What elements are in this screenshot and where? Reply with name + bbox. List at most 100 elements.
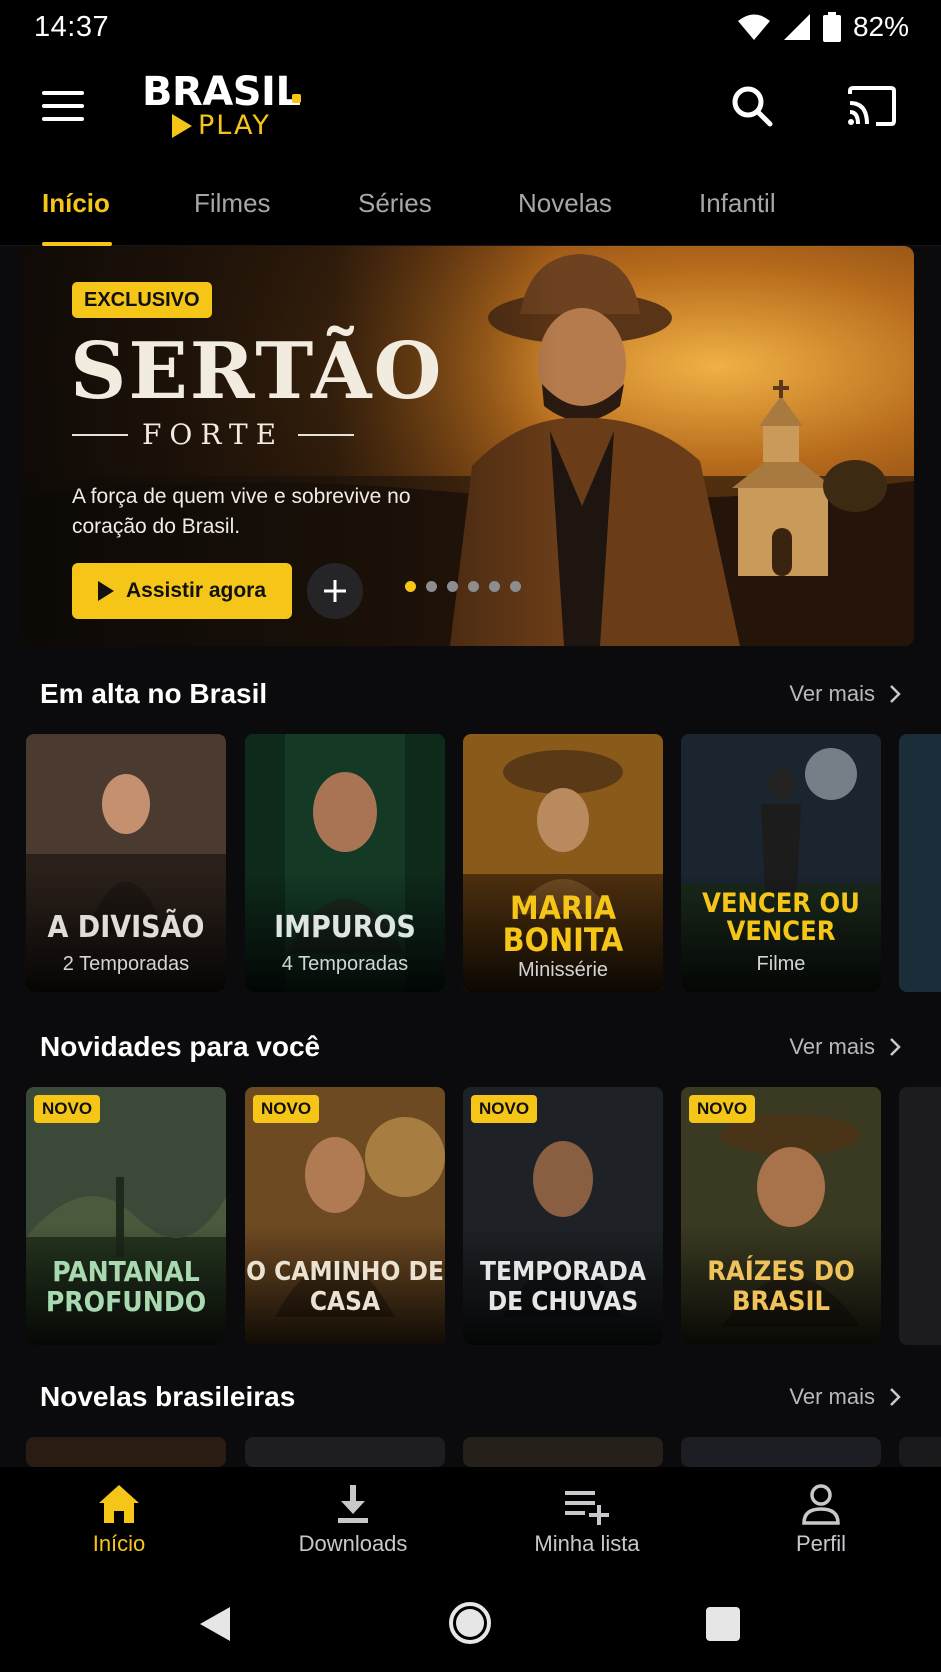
system-navigation-bar: [0, 1577, 941, 1672]
title-card-peek[interactable]: [899, 1437, 941, 1467]
see-more-label: Ver mais: [789, 681, 875, 706]
tab-novelas[interactable]: Novelas: [518, 188, 612, 219]
carousel-dot[interactable]: [489, 581, 500, 592]
carousel-dot[interactable]: [447, 581, 458, 592]
title-card[interactable]: IMPUROS 4 Temporadas: [245, 734, 445, 992]
status-icons: 82%: [737, 11, 909, 43]
novelas-row: [26, 1437, 941, 1467]
novelas-section-header: Novelas brasileiras Ver mais: [40, 1381, 901, 1413]
title-card[interactable]: [681, 1437, 881, 1467]
chevron-right-icon: [890, 685, 901, 703]
tab-infantil[interactable]: Infantil: [699, 188, 776, 219]
trending-row: A DIVISÃO 2 Temporadas IMPUROS 4 Tempora…: [26, 734, 941, 992]
tab-inicio[interactable]: Início: [42, 188, 110, 219]
tab-filmes[interactable]: Filmes: [194, 188, 271, 219]
exclusive-badge: EXCLUSIVO: [72, 282, 212, 318]
decorative-line: [72, 433, 128, 436]
see-more-link[interactable]: Ver mais: [789, 1034, 901, 1060]
hero-description: A força de quem vive e sobrevive no cora…: [72, 485, 411, 538]
hero-banner[interactable]: EXCLUSIVO SERTÃO FORTE A força de quem v…: [20, 246, 914, 646]
card-title: PANTANAL PROFUNDO: [45, 1255, 207, 1318]
logo-play-icon: [172, 113, 192, 138]
watch-now-label: Assistir agora: [125, 579, 267, 602]
card-title: O CAMINHO DE CASA: [246, 1257, 444, 1317]
section-title: Novidades para você: [40, 1031, 321, 1062]
tab-series[interactable]: Séries: [358, 188, 432, 219]
title-card-peek[interactable]: [899, 734, 941, 992]
status-bar: 14:37 82%: [0, 0, 941, 54]
see-more-label: Ver mais: [789, 1384, 875, 1409]
nav-label: Perfil: [795, 1531, 847, 1556]
category-tabs: Início Filmes Séries Novelas Infantil: [0, 160, 941, 246]
add-to-list-button[interactable]: [307, 563, 363, 619]
title-card[interactable]: [245, 1437, 445, 1467]
chevron-right-icon: [890, 1038, 901, 1056]
status-time: 14:37: [34, 10, 110, 43]
menu-icon[interactable]: [42, 88, 86, 124]
card-subtitle: Filme: [756, 953, 806, 975]
carousel-dot[interactable]: [426, 581, 437, 592]
carousel-dot[interactable]: [468, 581, 479, 592]
poster-artwork: [899, 734, 941, 992]
download-icon: [338, 1485, 368, 1523]
nav-perfil[interactable]: Perfil: [721, 1483, 921, 1557]
title-card[interactable]: NOVO PANTANAL PROFUNDO: [26, 1087, 226, 1345]
carousel-indicator: [405, 581, 521, 592]
card-title: A DIVISÃO: [47, 910, 205, 945]
title-card[interactable]: A DIVISÃO 2 Temporadas: [26, 734, 226, 992]
nav-label: Início: [92, 1531, 146, 1556]
battery-percent: 82%: [852, 11, 909, 42]
carousel-dot[interactable]: [510, 581, 521, 592]
card-title: TEMPORADA DE CHUVAS: [480, 1257, 646, 1317]
nav-downloads[interactable]: Downloads: [253, 1483, 453, 1557]
person-icon: [802, 1484, 840, 1525]
wifi-icon: [737, 14, 770, 40]
title-card[interactable]: NOVO TEMPORADA DE CHUVAS: [463, 1087, 663, 1345]
new-row: NOVO PANTANAL PROFUNDO NOVO O CAMINHO DE…: [26, 1087, 941, 1345]
title-card[interactable]: NOVO O CAMINHO DE CASA: [245, 1087, 445, 1345]
back-icon[interactable]: [198, 1605, 232, 1643]
play-icon: [97, 581, 114, 601]
logo-accent-dot: [292, 94, 301, 103]
search-icon[interactable]: [730, 84, 774, 128]
card-title: MARIA BONITA: [502, 889, 624, 959]
nav-inicio[interactable]: Início: [19, 1483, 219, 1557]
cast-icon[interactable]: [846, 86, 896, 126]
new-section-header: Novidades para você Ver mais: [40, 1031, 901, 1063]
card-title: VENCER OU VENCER: [702, 888, 860, 947]
battery-icon: [822, 12, 841, 42]
title-card[interactable]: MARIA BONITA Minissérie: [463, 734, 663, 992]
see-more-link[interactable]: Ver mais: [789, 1384, 901, 1410]
playlist-add-icon: [565, 1491, 609, 1525]
title-card[interactable]: [463, 1437, 663, 1467]
card-subtitle: 4 Temporadas: [281, 953, 409, 975]
home-button-icon[interactable]: [448, 1601, 492, 1645]
see-more-label: Ver mais: [789, 1034, 875, 1059]
nav-minha-lista[interactable]: Minha lista: [487, 1483, 687, 1557]
title-card-peek[interactable]: [899, 1087, 941, 1345]
card-subtitle: 2 Temporadas: [62, 953, 190, 975]
watch-now-button[interactable]: Assistir agora: [72, 563, 292, 619]
nav-label: Minha lista: [534, 1531, 640, 1556]
plus-icon: [324, 580, 346, 602]
home-icon: [99, 1485, 139, 1523]
hero-subtitle-row: FORTE: [72, 418, 355, 451]
chevron-right-icon: [890, 1388, 901, 1406]
trending-section-header: Em alta no Brasil Ver mais: [40, 678, 901, 710]
card-subtitle: Minissérie: [517, 959, 609, 981]
title-card[interactable]: NOVO RAÍZES DO BRASIL: [681, 1087, 881, 1345]
see-more-link[interactable]: Ver mais: [789, 681, 901, 707]
new-badge: NOVO: [34, 1095, 101, 1123]
hero-title: SERTÃO: [70, 326, 444, 417]
card-title: RAÍZES DO BRASIL: [707, 1256, 855, 1317]
new-badge: NOVO: [689, 1095, 756, 1123]
brasil-play-logo[interactable]: BRASIL PLAY: [142, 70, 312, 150]
section-title: Em alta no Brasil: [40, 678, 268, 709]
title-card[interactable]: [26, 1437, 226, 1467]
title-card[interactable]: VENCER OU VENCER Filme: [681, 734, 881, 992]
carousel-dot[interactable]: [405, 581, 416, 592]
hero-subtitle: FORTE: [142, 418, 285, 451]
poster-artwork: [899, 1087, 941, 1345]
recent-apps-icon[interactable]: [706, 1607, 740, 1641]
cellular-signal-icon: [783, 14, 810, 40]
